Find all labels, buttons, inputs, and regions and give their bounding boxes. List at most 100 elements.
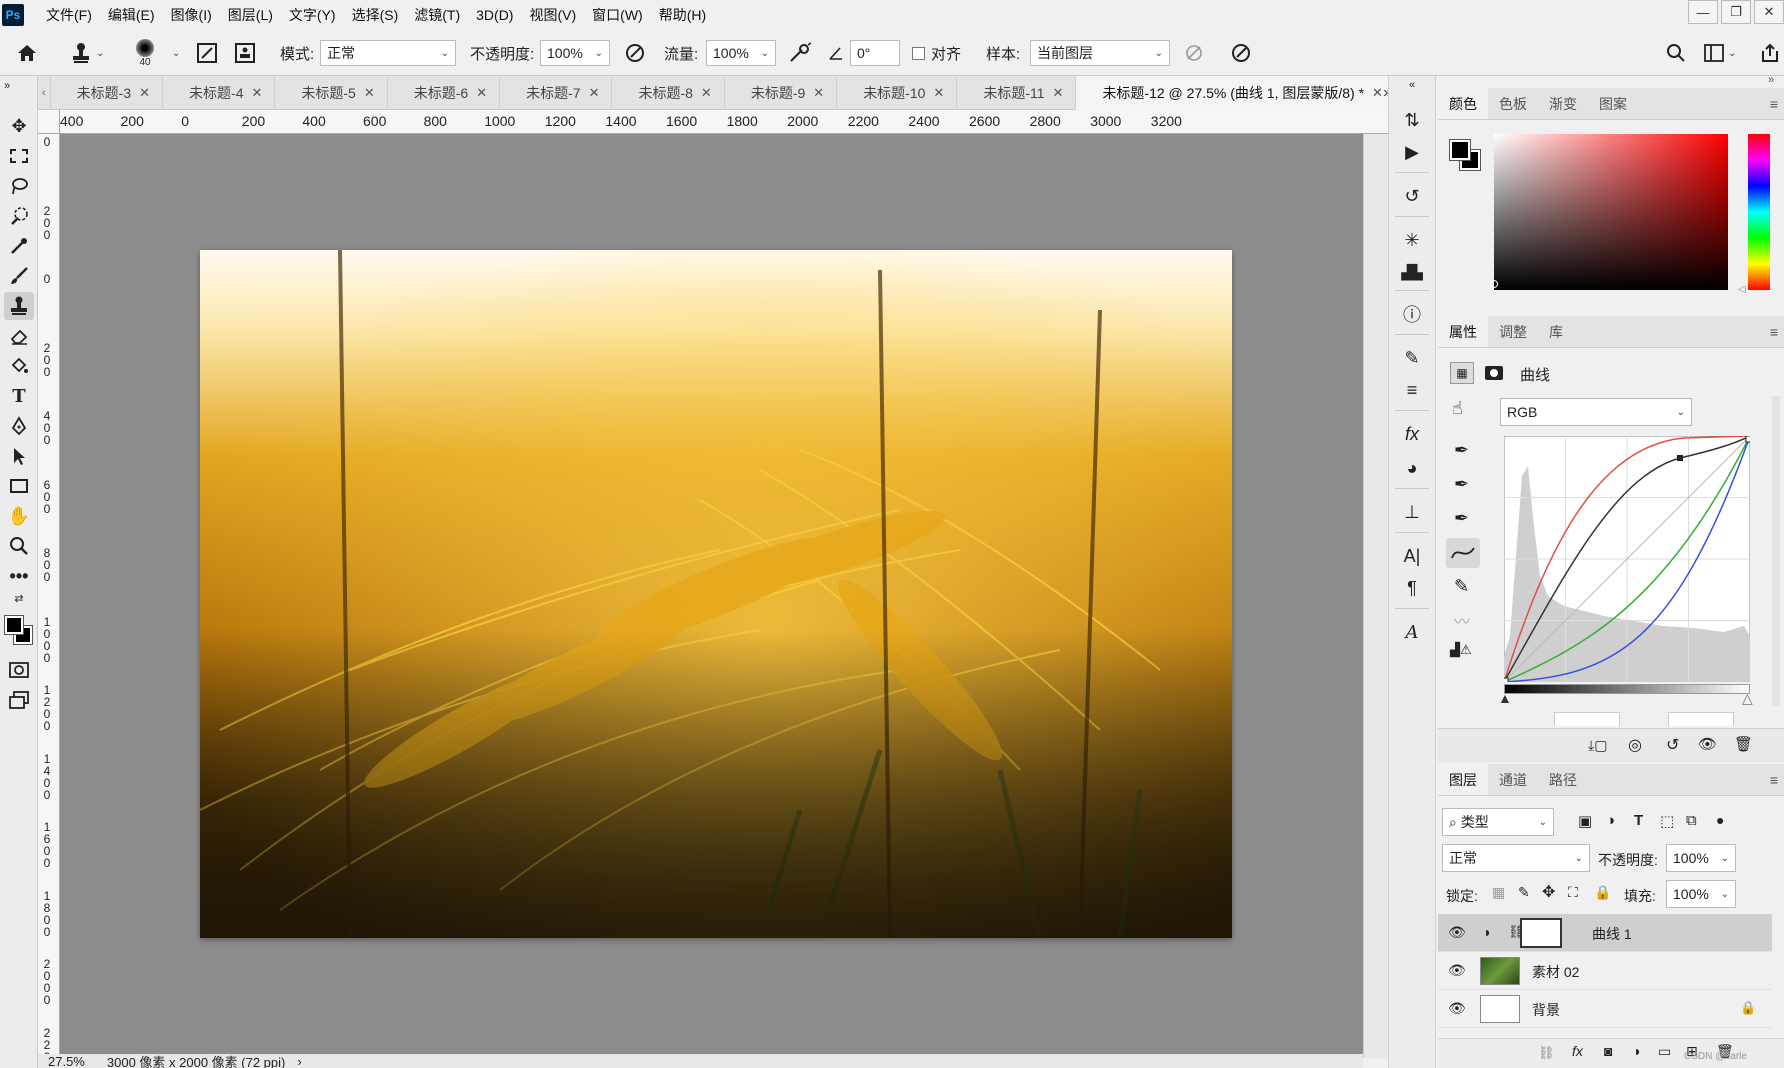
tabs-scroll-left-icon[interactable]: ‹ — [38, 76, 51, 110]
mode-select[interactable]: 正常 ⌄ — [320, 40, 456, 66]
reset-adjustment-icon[interactable]: ↺ — [1666, 735, 1679, 755]
marquee-tool-icon[interactable] — [4, 142, 34, 170]
close-icon[interactable]: ✕ — [1754, 0, 1784, 24]
layer-thumbnail[interactable] — [1480, 995, 1520, 1023]
link-layers-icon[interactable]: ⛓ — [1538, 1045, 1555, 1061]
hue-slider[interactable] — [1748, 134, 1770, 290]
clone-source-panel-icon[interactable]: ⇅ — [1397, 106, 1427, 134]
clone-stamp-tool-icon[interactable] — [4, 292, 34, 320]
workspace-icon[interactable]: ⌄ — [1704, 30, 1736, 76]
filter-pixel-icon[interactable]: ▣ — [1578, 812, 1592, 830]
document-image[interactable] — [200, 250, 1232, 938]
lock-position-icon[interactable]: ✥ — [1542, 882, 1555, 902]
menu-view[interactable]: 视图(V) — [521, 0, 584, 30]
curves-graph[interactable] — [1501, 435, 1753, 685]
stamp-presets-icon[interactable]: ⊥ — [1397, 498, 1427, 526]
flow-input[interactable]: 100% ⌄ — [706, 40, 776, 66]
layer-style-fx-icon[interactable]: fx — [1572, 1043, 1583, 1059]
ruler-corner[interactable] — [38, 110, 60, 134]
color-field[interactable] — [1494, 134, 1728, 290]
layer-row-curves[interactable]: 👁 ◑ ⛓ 曲线 1 — [1438, 914, 1772, 952]
tab-channels[interactable]: 通道 — [1488, 764, 1538, 795]
eye-visibility-icon[interactable]: 👁 — [1448, 924, 1466, 941]
foreground-color-swatch[interactable] — [4, 615, 24, 635]
restore-icon[interactable]: ❐ — [1721, 0, 1751, 24]
status-menu-icon[interactable]: › — [297, 1054, 301, 1068]
zoom-level[interactable]: 27.5% — [48, 1054, 85, 1068]
actions-play-icon[interactable]: ▶ — [1397, 138, 1427, 166]
paint-bucket-tool-icon[interactable] — [4, 352, 34, 380]
eye-visibility-icon[interactable]: 👁 — [1448, 1000, 1466, 1017]
tab-untitled-8[interactable]: 未标题-8 ✕ — [612, 76, 725, 110]
pressure-size-icon[interactable] — [1230, 30, 1252, 76]
clip-to-layer-icon[interactable]: ⤓▢ — [1588, 737, 1607, 754]
lock-image-icon[interactable]: ✎ — [1518, 884, 1530, 901]
target-adjustment-icon[interactable]: ☝ — [1452, 398, 1463, 419]
info-icon[interactable]: ⓘ — [1397, 300, 1427, 328]
tab-close-icon[interactable]: ✕ — [251, 85, 262, 101]
filter-toggle-icon[interactable]: ● — [1716, 812, 1724, 828]
ignore-adjustment-icon[interactable] — [1184, 30, 1204, 76]
layer-mask-icon[interactable] — [1482, 362, 1506, 384]
tab-close-icon[interactable]: ✕ — [139, 85, 150, 101]
black-point-eyedropper-icon[interactable]: ✒ — [1454, 440, 1469, 461]
output-value-field[interactable] — [1668, 712, 1734, 726]
properties-panel-menu-icon[interactable]: ≡ — [1770, 324, 1778, 340]
tab-close-icon[interactable]: ✕ — [933, 85, 944, 101]
toggle-visibility-icon[interactable]: 👁 — [1698, 735, 1717, 753]
menu-filter[interactable]: 滤镜(T) — [406, 0, 468, 30]
properties-scrollbar[interactable] — [1772, 396, 1780, 706]
swap-colors-icon[interactable]: ⇄ — [4, 588, 34, 608]
tab-untitled-6[interactable]: 未标题-6 ✕ — [388, 76, 501, 110]
airbrush-icon[interactable] — [788, 30, 812, 76]
blend-mode-select[interactable]: 正常 ⌄ — [1442, 844, 1590, 872]
add-mask-icon[interactable]: ◙ — [1604, 1043, 1612, 1059]
hand-tool-icon[interactable]: ✋ — [4, 502, 34, 530]
hue-slider-handle-icon[interactable]: ◁ — [1738, 284, 1746, 295]
tab-untitled-3[interactable]: 未标题-3 ✕ — [51, 76, 164, 110]
opacity-input[interactable]: 100% ⌄ — [540, 40, 610, 66]
layer-filter-select[interactable]: ⌕ 类型 ⌄ — [1442, 808, 1554, 836]
layer-name[interactable]: 曲线 1 — [1592, 924, 1632, 944]
canvas-vertical-scrollbar[interactable] — [1363, 134, 1388, 1058]
clone-source-icon[interactable] — [234, 30, 256, 76]
tab-untitled-7[interactable]: 未标题-7 ✕ — [500, 76, 613, 110]
paragraph-icon[interactable]: ¶ — [1397, 574, 1427, 602]
quick-selection-tool-icon[interactable] — [4, 202, 34, 230]
menu-layer[interactable]: 图层(L) — [220, 0, 281, 30]
filter-type-icon[interactable]: T — [1634, 812, 1643, 829]
new-group-icon[interactable]: ▭ — [1658, 1043, 1671, 1060]
eraser-tool-icon[interactable] — [4, 322, 34, 350]
brush-settings-icon[interactable] — [196, 30, 218, 76]
collapse-right-icon[interactable]: » — [1768, 74, 1774, 86]
layer-name[interactable]: 素材 02 — [1532, 962, 1579, 982]
pressure-opacity-icon[interactable] — [624, 30, 646, 76]
align-checkbox[interactable] — [912, 46, 925, 60]
filter-shape-icon[interactable]: ⬚ — [1660, 812, 1674, 830]
brush-settings-panel-icon[interactable]: ✎ — [1397, 344, 1427, 372]
curve-edit-points-icon[interactable] — [1446, 538, 1480, 568]
search-icon[interactable] — [1666, 30, 1686, 76]
tab-untitled-5[interactable]: 未标题-5 ✕ — [275, 76, 388, 110]
layer-thumbnail[interactable] — [1480, 957, 1520, 985]
menu-select[interactable]: 选择(S) — [344, 0, 407, 30]
color-panel-menu-icon[interactable]: ≡ — [1770, 96, 1778, 112]
filter-adjustment-icon[interactable]: ◑ — [1606, 812, 1615, 829]
layer-name[interactable]: 背景 — [1532, 1000, 1560, 1020]
zoom-tool-icon[interactable] — [4, 532, 34, 560]
tool-presets-icon[interactable]: ≡ — [1397, 376, 1427, 404]
panel-foreground-swatch[interactable] — [1449, 139, 1471, 161]
glyphs-icon[interactable]: A — [1397, 618, 1427, 646]
view-previous-state-icon[interactable]: ◎ — [1628, 735, 1642, 755]
menu-help[interactable]: 帮助(H) — [651, 0, 714, 30]
tab-untitled-11[interactable]: 未标题-11 ✕ — [957, 76, 1077, 110]
minimize-icon[interactable]: — — [1688, 0, 1718, 24]
layer-row-material[interactable]: 👁 素材 02 — [1438, 952, 1772, 990]
tab-close-icon[interactable]: ✕ — [701, 85, 712, 101]
white-point-eyedropper-icon[interactable]: ✒ — [1454, 508, 1469, 529]
styles-fx-icon[interactable]: fx — [1397, 420, 1427, 448]
move-tool-icon[interactable]: ✥ — [4, 112, 34, 140]
layer-row-background[interactable]: 👁 背景 🔒 — [1438, 990, 1772, 1028]
screen-mode-icon[interactable] — [4, 686, 34, 714]
menu-image[interactable]: 图像(I) — [163, 0, 220, 30]
